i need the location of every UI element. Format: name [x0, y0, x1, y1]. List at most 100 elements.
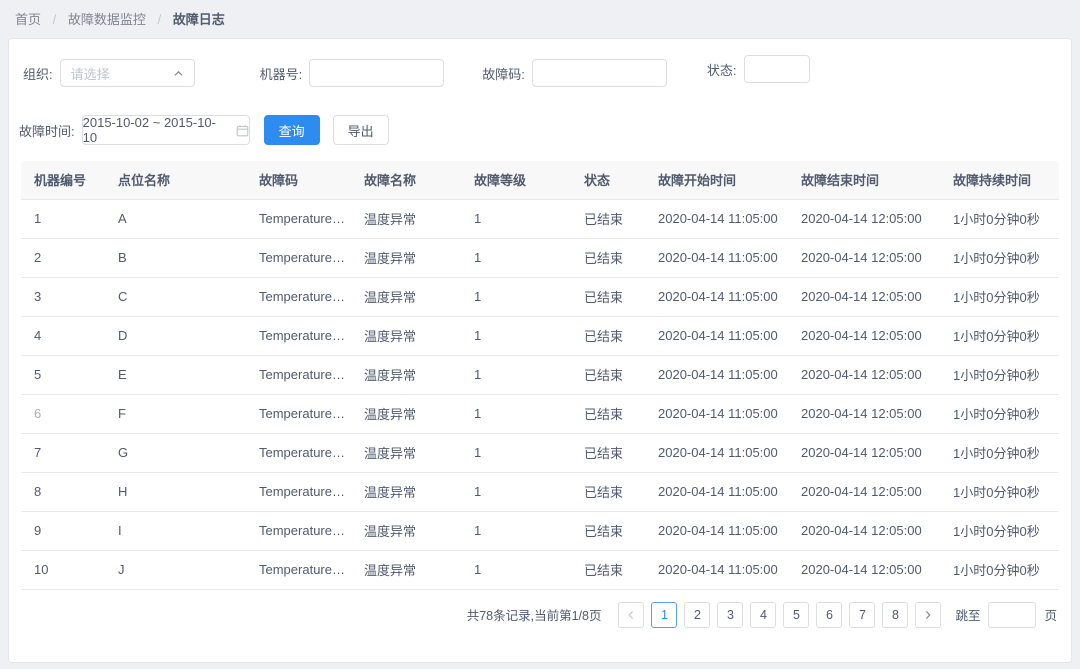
- table-cell: 8: [21, 472, 105, 511]
- table-cell: 1小时0分钟0秒: [940, 277, 1059, 316]
- table-cell: 1: [461, 355, 571, 394]
- org-select[interactable]: 请选择: [60, 59, 195, 87]
- breadcrumb-item-fault-monitor[interactable]: 故障数据监控: [68, 12, 146, 27]
- status-label: 状态:: [707, 60, 737, 79]
- table-cell: TemperatureAlarm: [246, 433, 351, 472]
- table-cell: 2020-04-14 11:05:00: [645, 316, 788, 355]
- table-row: 7GTemperatureAlarm温度异常1已结束2020-04-14 11:…: [21, 433, 1059, 472]
- export-button[interactable]: 导出: [333, 115, 389, 145]
- table-cell: 已结束: [571, 238, 645, 277]
- table-cell: F: [105, 394, 246, 433]
- column-header-3: 故障名称: [351, 161, 461, 199]
- fault-code-input[interactable]: [532, 59, 667, 87]
- table-cell: 2020-04-14 11:05:00: [645, 394, 788, 433]
- table-cell: 2020-04-14 12:05:00: [788, 316, 940, 355]
- table-cell: 1小时0分钟0秒: [940, 238, 1059, 277]
- table-cell: 7: [21, 433, 105, 472]
- table-cell: 5: [21, 355, 105, 394]
- table-cell: 2020-04-14 12:05:00: [788, 472, 940, 511]
- table-cell: 1小时0分钟0秒: [940, 199, 1059, 238]
- org-select-placeholder: 请选择: [71, 64, 110, 83]
- table-header-row: 机器编号点位名称故障码故障名称故障等级状态故障开始时间故障结束时间故障持续时间: [21, 161, 1059, 199]
- table-cell: 1: [461, 277, 571, 316]
- fault-log-table: 机器编号点位名称故障码故障名称故障等级状态故障开始时间故障结束时间故障持续时间 …: [21, 161, 1059, 590]
- table-cell: 2020-04-14 11:05:00: [645, 199, 788, 238]
- status-input[interactable]: [744, 55, 810, 83]
- chevron-up-icon: [173, 68, 184, 79]
- page-button-3[interactable]: 3: [717, 602, 743, 628]
- table-cell: 1: [21, 199, 105, 238]
- table-cell: 10: [21, 550, 105, 589]
- table-cell: 已结束: [571, 277, 645, 316]
- table-cell: 1: [461, 199, 571, 238]
- table-cell: I: [105, 511, 246, 550]
- table-cell: 温度异常: [351, 433, 461, 472]
- table-row: 1ATemperatureAlarm温度异常1已结束2020-04-14 11:…: [21, 199, 1059, 238]
- query-button[interactable]: 查询: [264, 115, 320, 145]
- calendar-icon: [236, 124, 249, 137]
- next-page-button[interactable]: [915, 602, 941, 628]
- table-cell: 1: [461, 238, 571, 277]
- breadcrumb: 首页 / 故障数据监控 / 故障日志: [0, 0, 1080, 28]
- breadcrumb-item-home[interactable]: 首页: [15, 12, 41, 27]
- table-cell: 已结束: [571, 472, 645, 511]
- page-button-1[interactable]: 1: [651, 602, 677, 628]
- table-cell: 已结束: [571, 316, 645, 355]
- table-row: 4DTemperatureAlarm温度异常1已结束2020-04-14 11:…: [21, 316, 1059, 355]
- table-cell: 2020-04-14 11:05:00: [645, 511, 788, 550]
- table-row: 2BTemperatureAlarm温度异常1已结束2020-04-14 11:…: [21, 238, 1059, 277]
- table-cell: 2020-04-14 12:05:00: [788, 199, 940, 238]
- jump-page-suffix: 页: [1044, 605, 1057, 624]
- prev-page-button[interactable]: [618, 602, 644, 628]
- machine-no-input[interactable]: [309, 59, 444, 87]
- table-cell: TemperatureAlarm: [246, 472, 351, 511]
- jump-page-input[interactable]: [988, 602, 1036, 628]
- org-label: 组织:: [23, 64, 53, 83]
- table-cell: J: [105, 550, 246, 589]
- table-cell: TemperatureAlarm: [246, 394, 351, 433]
- chevron-right-icon: [923, 610, 933, 620]
- table-cell: 2020-04-14 12:05:00: [788, 238, 940, 277]
- fault-time-range-value: 2015-10-02 ~ 2015-10-10: [83, 115, 230, 145]
- table-cell: 1小时0分钟0秒: [940, 472, 1059, 511]
- table-cell: 已结束: [571, 199, 645, 238]
- page-button-7[interactable]: 7: [849, 602, 875, 628]
- table-cell: 2020-04-14 11:05:00: [645, 238, 788, 277]
- fault-time-range-input[interactable]: 2015-10-02 ~ 2015-10-10: [82, 115, 250, 145]
- table-cell: 已结束: [571, 355, 645, 394]
- table-cell: 1小时0分钟0秒: [940, 511, 1059, 550]
- org-filter-group: 组织: 请选择: [23, 59, 195, 87]
- page-button-2[interactable]: 2: [684, 602, 710, 628]
- table-cell: 4: [21, 316, 105, 355]
- fault-code-label: 故障码:: [482, 64, 525, 83]
- machine-no-filter-group: 机器号:: [260, 59, 445, 87]
- table-cell: TemperatureAlarm: [246, 316, 351, 355]
- page-button-4[interactable]: 4: [750, 602, 776, 628]
- page-button-5[interactable]: 5: [783, 602, 809, 628]
- table-cell: 温度异常: [351, 199, 461, 238]
- breadcrumb-separator: /: [53, 12, 57, 27]
- table-row: 8HTemperatureAlarm温度异常1已结束2020-04-14 11:…: [21, 472, 1059, 511]
- fault-time-label: 故障时间:: [19, 121, 75, 140]
- table-cell: 温度异常: [351, 550, 461, 589]
- table-cell: 2020-04-14 12:05:00: [788, 511, 940, 550]
- column-header-0: 机器编号: [21, 161, 105, 199]
- table-row: 5ETemperatureAlarm温度异常1已结束2020-04-14 11:…: [21, 355, 1059, 394]
- column-header-8: 故障持续时间: [940, 161, 1059, 199]
- column-header-7: 故障结束时间: [788, 161, 940, 199]
- page-button-6[interactable]: 6: [816, 602, 842, 628]
- table-cell: 1: [461, 511, 571, 550]
- pagination: 共78条记录,当前第1/8页 12345678 跳至 页: [9, 602, 1057, 628]
- table-cell: 2020-04-14 12:05:00: [788, 277, 940, 316]
- breadcrumb-separator: /: [158, 12, 162, 27]
- table-cell: 温度异常: [351, 472, 461, 511]
- table-cell: 2020-04-14 12:05:00: [788, 355, 940, 394]
- filter-row-2: 故障时间: 2015-10-02 ~ 2015-10-10 查询 导出: [9, 87, 1071, 145]
- table-cell: 2020-04-14 12:05:00: [788, 433, 940, 472]
- page-button-8[interactable]: 8: [882, 602, 908, 628]
- table-cell: 1: [461, 550, 571, 589]
- table-row: 6FTemperatureAlarm温度异常1已结束2020-04-14 11:…: [21, 394, 1059, 433]
- machine-no-label: 机器号:: [260, 64, 303, 83]
- table-cell: TemperatureAlarm: [246, 199, 351, 238]
- table-cell: 温度异常: [351, 394, 461, 433]
